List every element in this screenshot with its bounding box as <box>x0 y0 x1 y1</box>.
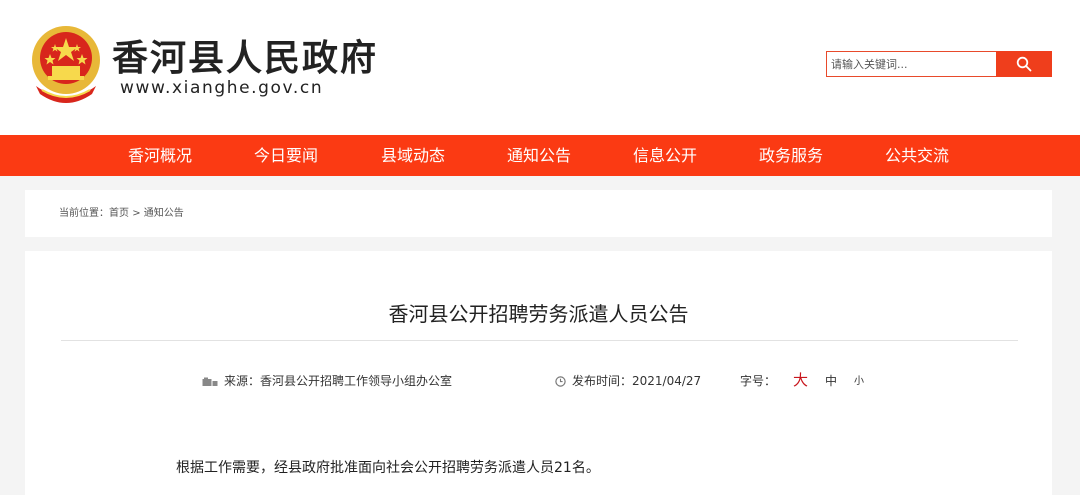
article-body-paragraph: 根据工作需要，经县政府批准面向社会公开招聘劳务派遣人员21名。 <box>176 460 600 476</box>
nav-item-overview[interactable]: 香河概况 <box>128 135 192 176</box>
breadcrumb: 当前位置：首页 > 通知公告 <box>59 207 184 221</box>
source-icon <box>202 377 218 386</box>
breadcrumb-home[interactable]: 首页 <box>109 208 129 219</box>
date-value: 2021/04/27 <box>632 374 702 388</box>
nav-item-public-exchange[interactable]: 公共交流 <box>885 135 949 176</box>
source-label: 来源： <box>224 374 261 388</box>
nav-item-gov-services[interactable]: 政务服务 <box>759 135 823 176</box>
article-source: 来源：香河县公开招聘工作领导小组办公室 <box>202 372 452 390</box>
font-size-label: 字号： <box>740 374 777 388</box>
search-icon <box>1016 56 1032 72</box>
clock-icon <box>555 376 566 387</box>
article-panel: 香河县公开招聘劳务派遣人员公告 来源：香河县公开招聘工作领导小组办公室 发布时间… <box>25 251 1052 495</box>
breadcrumb-separator: > <box>132 208 141 219</box>
breadcrumb-prefix: 当前位置： <box>59 208 109 219</box>
source-value: 香河县公开招聘工作领导小组办公室 <box>260 374 453 388</box>
breadcrumb-current[interactable]: 通知公告 <box>144 208 184 219</box>
search-button[interactable] <box>996 51 1052 77</box>
nav-item-today-news[interactable]: 今日要闻 <box>254 135 318 176</box>
article-date: 发布时间：2021/04/27 <box>555 372 701 390</box>
date-label: 发布时间： <box>572 374 633 388</box>
main-nav: 香河概况 今日要闻 县域动态 通知公告 信息公开 政务服务 公共交流 <box>0 135 1080 176</box>
site-header: 香河县人民政府 www.xianghe.gov.cn <box>0 0 1080 135</box>
nav-item-notices[interactable]: 通知公告 <box>507 135 571 176</box>
font-size-medium-button[interactable]: 中 <box>825 373 837 389</box>
nav-item-county-news[interactable]: 县域动态 <box>381 135 445 176</box>
font-size-large-button[interactable]: 大 <box>793 370 808 390</box>
font-size-small-button[interactable]: 小 <box>854 375 864 389</box>
nav-item-info-disclosure[interactable]: 信息公开 <box>633 135 697 176</box>
site-url[interactable]: www.xianghe.gov.cn <box>120 78 323 98</box>
national-emblem-icon[interactable] <box>28 24 104 104</box>
site-title[interactable]: 香河县人民政府 <box>112 36 378 80</box>
article-title: 香河县公开招聘劳务派遣人员公告 <box>388 302 689 326</box>
search-input[interactable] <box>826 51 996 77</box>
title-divider <box>61 340 1018 341</box>
breadcrumb-bar: 当前位置：首页 > 通知公告 <box>25 190 1052 237</box>
